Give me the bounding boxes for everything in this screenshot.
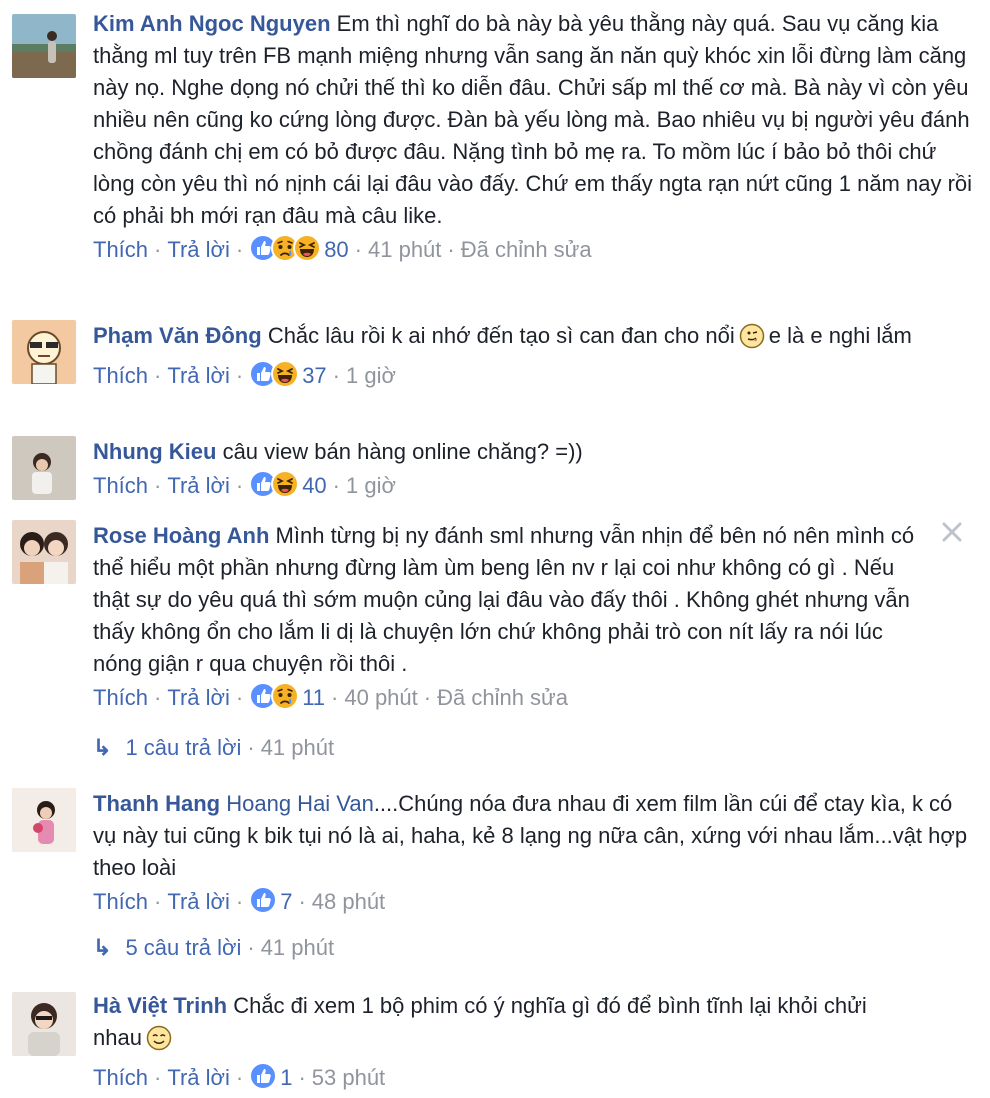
avatar[interactable] [12, 436, 76, 500]
haha-icon [293, 234, 322, 262]
comment-actions: Thích · Trả lời · 40 · 1 giờ [93, 470, 973, 500]
comment-text-block: Kim Anh Ngoc Nguyen Em thì nghĩ do bà nà… [93, 8, 973, 232]
view-replies-link[interactable]: ↳ 5 câu trả lời · 41 phút [93, 934, 334, 962]
avatar[interactable] [12, 320, 76, 384]
reaction-icons[interactable] [249, 886, 278, 914]
avatar-image [12, 14, 76, 78]
avatar[interactable] [12, 992, 76, 1056]
comment-author[interactable]: Rose Hoàng Anh [93, 523, 269, 548]
replies-time: 41 phút [260, 935, 335, 960]
reaction-count[interactable]: 11 [302, 685, 325, 710]
comment-actions: Thích · Trả lời · 7 · 48 phút [93, 886, 973, 916]
comment-time[interactable]: 40 phút [344, 685, 417, 710]
comment-author[interactable]: Thanh Hang [93, 791, 220, 816]
comment-text-block: Rose Hoàng Anh Mình từng bị ny đánh sml … [93, 520, 923, 680]
reply-arrow-icon: ↳ [93, 735, 112, 760]
like-button[interactable]: Thích [93, 685, 148, 710]
reaction-icons[interactable] [249, 360, 300, 388]
comment-time[interactable]: 48 phút [312, 889, 385, 914]
comment-thread: Kim Anh Ngoc Nguyen Em thì nghĩ do bà nà… [0, 0, 990, 1098]
reaction-count[interactable]: 1 [280, 1065, 292, 1090]
replies-time: 41 phút [260, 735, 335, 760]
comment-author[interactable]: Nhung Kieu [93, 439, 216, 464]
like-button[interactable]: Thích [93, 1065, 148, 1090]
avatar-image [12, 436, 76, 500]
comment-text-block: Thanh Hang Hoang Hai Van....Chúng nóa đư… [93, 788, 973, 884]
reply-button[interactable]: Trả lời [167, 363, 230, 388]
comment-actions: Thích · Trả lời · 80 · 41 phút · Đã chỉnh sửa [93, 234, 973, 264]
comment-actions: Thích · Trả lời · 11 · 40 phút · Đã chỉnh sửa [93, 682, 973, 712]
comment-actions: Thích · Trả lời · 1 · 53 phút [93, 1062, 973, 1092]
comment-time[interactable]: 1 giờ [346, 363, 396, 388]
like-button[interactable]: Thích [93, 237, 148, 262]
edited-label[interactable]: Đã chỉnh sửa [437, 685, 568, 710]
comment-text: câu view bán hàng online chăng? =)) [222, 439, 583, 464]
haha-icon [271, 360, 300, 388]
haha-icon [271, 470, 300, 498]
avatar-image [12, 992, 76, 1056]
like-icon [249, 1062, 278, 1090]
comment-author[interactable]: Phạm Văn Đông [93, 323, 262, 348]
reaction-icons[interactable] [249, 470, 300, 498]
comment-text: Chắc lâu rồi k ai nhớ đến tạo sì can đan… [267, 323, 735, 348]
comment-text-block: Nhung Kieu câu view bán hàng online chăn… [93, 436, 973, 468]
reply-arrow-icon: ↳ [93, 935, 112, 960]
like-button[interactable]: Thích [93, 473, 148, 498]
close-icon[interactable] [940, 520, 964, 544]
reply-button[interactable]: Trả lời [167, 473, 230, 498]
comment-time[interactable]: 1 giờ [346, 473, 396, 498]
replies-count[interactable]: 1 câu trả lời [125, 735, 241, 760]
like-button[interactable]: Thích [93, 889, 148, 914]
reply-button[interactable]: Trả lời [167, 1065, 230, 1090]
comment-author[interactable]: Kim Anh Ngoc Nguyen [93, 11, 331, 36]
reaction-icons[interactable] [249, 234, 322, 262]
like-icon [249, 886, 278, 914]
reply-button[interactable]: Trả lời [167, 237, 230, 262]
comment-text: Em thì nghĩ do bà này bà yêu thằng này q… [93, 11, 973, 228]
mention-link[interactable]: Hoang Hai Van [226, 791, 374, 816]
comment-text-continued: e là e nghi lắm [768, 323, 912, 348]
comment-author[interactable]: Hà Việt Trinh [93, 993, 227, 1018]
reply-button[interactable]: Trả lời [167, 685, 230, 710]
tongue-emoji-icon [739, 323, 765, 358]
avatar[interactable] [12, 14, 76, 78]
comment-text-block: Phạm Văn Đông Chắc lâu rồi k ai nhớ đến … [93, 320, 973, 358]
reaction-count[interactable]: 7 [280, 889, 292, 914]
comment-text: ....Chúng nóa đưa nhau đi xem film lần c… [93, 791, 968, 880]
avatar[interactable] [12, 788, 76, 852]
reaction-icons[interactable] [249, 1062, 278, 1090]
avatar-image [12, 320, 76, 384]
reply-button[interactable]: Trả lời [167, 889, 230, 914]
like-button[interactable]: Thích [93, 363, 148, 388]
edited-label[interactable]: Đã chỉnh sửa [461, 237, 592, 262]
reaction-count[interactable]: 40 [302, 473, 326, 498]
relieved-emoji-icon [146, 1025, 172, 1060]
reaction-count[interactable]: 80 [324, 237, 348, 262]
avatar-image [12, 788, 76, 852]
avatar[interactable] [12, 520, 76, 584]
reaction-count[interactable]: 37 [302, 363, 326, 388]
comment-text-block: Hà Việt Trinh Chắc đi xem 1 bộ phim có ý… [93, 990, 913, 1060]
replies-count[interactable]: 5 câu trả lời [125, 935, 241, 960]
comment-actions: Thích · Trả lời · 37 · 1 giờ [93, 360, 973, 390]
reaction-icons[interactable] [249, 682, 300, 710]
comment-time[interactable]: 41 phút [368, 237, 441, 262]
view-replies-link[interactable]: ↳ 1 câu trả lời · 41 phút [93, 734, 334, 762]
sad-icon [271, 682, 300, 710]
avatar-image [12, 520, 76, 584]
comment-time[interactable]: 53 phút [312, 1065, 385, 1090]
